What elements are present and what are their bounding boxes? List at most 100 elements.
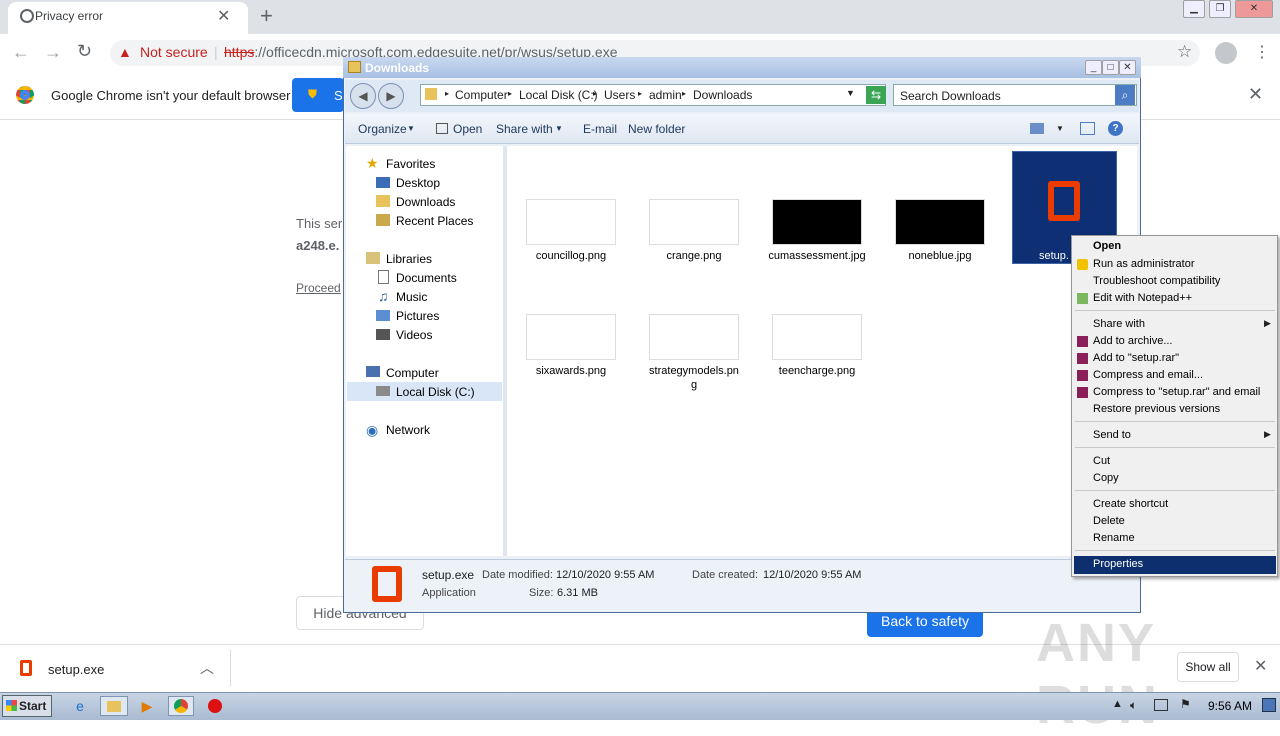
- chevron-up-icon[interactable]: ︿: [200, 658, 214, 678]
- explorer-taskbar-icon[interactable]: [100, 696, 128, 716]
- tab-close-icon[interactable]: ✕: [217, 6, 230, 26]
- chevron-down-icon[interactable]: ▼: [1056, 124, 1064, 133]
- menu-item-add-archive[interactable]: Add to archive...: [1093, 335, 1173, 347]
- volume-icon[interactable]: 🔈︎: [1130, 698, 1137, 713]
- explorer-close-button[interactable]: ✕: [1119, 60, 1136, 75]
- reload-icon[interactable]: ↻: [77, 41, 92, 62]
- breadcrumb-users[interactable]: Users: [604, 88, 635, 102]
- taskbar-clock[interactable]: 9:56 AM: [1208, 699, 1252, 713]
- explorer-title-bar[interactable]: [343, 57, 1141, 78]
- nav-recent-places[interactable]: Recent Places: [396, 214, 473, 228]
- file-name-noneblue[interactable]: noneblue.jpg: [885, 250, 995, 262]
- file-thumbnail-cumassessment[interactable]: [772, 199, 862, 245]
- breadcrumb-local-disk[interactable]: Local Disk (C:): [519, 88, 598, 102]
- explorer-minimize-button[interactable]: _: [1085, 60, 1102, 75]
- chrome-taskbar-icon[interactable]: [168, 696, 194, 716]
- file-name-teencharge[interactable]: teencharge.png: [762, 365, 872, 377]
- menu-item-compress-email[interactable]: Compress and email...: [1093, 369, 1203, 381]
- view-icon[interactable]: [1030, 123, 1044, 134]
- menu-dots-icon[interactable]: ⋮: [1254, 42, 1270, 62]
- forward-arrow-icon[interactable]: →: [44, 42, 62, 63]
- file-thumbnail-noneblue[interactable]: [895, 199, 985, 245]
- menu-item-delete[interactable]: Delete: [1093, 515, 1125, 527]
- back-arrow-icon[interactable]: ←: [12, 42, 30, 63]
- chevron-right-icon[interactable]: ▸: [445, 89, 449, 98]
- refresh-icon[interactable]: ⇆: [866, 86, 886, 104]
- nav-local-disk[interactable]: Local Disk (C:): [396, 385, 475, 399]
- show-desktop-icon[interactable]: [1262, 698, 1276, 712]
- chevron-right-icon[interactable]: ▸: [508, 89, 512, 98]
- search-icon[interactable]: ⌕: [1115, 85, 1135, 105]
- file-thumbnail-sixawards[interactable]: [526, 314, 616, 360]
- organize-button[interactable]: Organize: [358, 122, 407, 136]
- stop-icon[interactable]: [204, 696, 226, 716]
- proceed-link[interactable]: Proceed: [296, 281, 341, 295]
- chevron-down-icon[interactable]: ▼: [846, 88, 855, 98]
- tray-chevron-icon[interactable]: ▲: [1112, 698, 1123, 710]
- close-window-button[interactable]: ✕: [1235, 0, 1273, 18]
- breadcrumb-downloads[interactable]: Downloads: [693, 88, 752, 102]
- menu-item-open[interactable]: Open: [1093, 240, 1121, 252]
- nav-network[interactable]: Network: [386, 423, 430, 437]
- file-name-sixawards[interactable]: sixawards.png: [516, 365, 626, 377]
- menu-item-properties[interactable]: Properties: [1093, 558, 1143, 570]
- menu-item-share-with[interactable]: Share with: [1093, 318, 1145, 330]
- explorer-maximize-button[interactable]: □: [1102, 60, 1119, 75]
- nav-computer[interactable]: Computer: [386, 366, 439, 380]
- minimize-button[interactable]: ▁: [1183, 0, 1205, 18]
- chevron-right-icon[interactable]: ▸: [638, 89, 642, 98]
- file-thumbnail-teencharge[interactable]: [772, 314, 862, 360]
- ie-icon[interactable]: e: [69, 696, 91, 716]
- network-tray-icon[interactable]: [1154, 699, 1168, 711]
- file-name-cumassessment[interactable]: cumassessment.jpg: [762, 250, 872, 262]
- file-thumbnail-crange[interactable]: [649, 199, 739, 245]
- set-default-button[interactable]: ⛊ S: [292, 78, 344, 112]
- breadcrumb-computer[interactable]: Computer: [455, 88, 508, 102]
- nav-favorites[interactable]: Favorites: [386, 157, 435, 171]
- menu-item-troubleshoot[interactable]: Troubleshoot compatibility: [1093, 275, 1220, 287]
- breadcrumb-admin[interactable]: admin: [649, 88, 682, 102]
- explorer-forward-button[interactable]: ▶: [378, 83, 404, 109]
- not-secure-label[interactable]: Not secure: [140, 44, 208, 60]
- share-with-button[interactable]: Share with: [496, 122, 553, 136]
- start-button[interactable]: Start: [2, 695, 52, 717]
- new-folder-button[interactable]: New folder: [628, 122, 685, 136]
- file-thumbnail-councillog[interactable]: [526, 199, 616, 245]
- bookmark-star-icon[interactable]: ☆: [1177, 42, 1192, 62]
- new-tab-button[interactable]: +: [260, 3, 273, 29]
- preview-pane-icon[interactable]: [1080, 122, 1095, 135]
- menu-item-send-to[interactable]: Send to: [1093, 429, 1131, 441]
- flag-icon[interactable]: ⚑: [1180, 697, 1191, 711]
- file-name-strategymodels[interactable]: strategymodels.pn: [639, 365, 749, 377]
- chevron-right-icon[interactable]: ▸: [593, 89, 597, 98]
- media-player-icon[interactable]: ▶: [136, 696, 158, 716]
- menu-item-cut[interactable]: Cut: [1093, 455, 1110, 467]
- nav-pictures[interactable]: Pictures: [396, 309, 439, 323]
- help-icon[interactable]: ?: [1108, 121, 1123, 136]
- email-button[interactable]: E-mail: [583, 122, 617, 136]
- nav-videos[interactable]: Videos: [396, 328, 432, 342]
- download-item-name[interactable]: setup.exe: [48, 662, 104, 677]
- explorer-back-button[interactable]: ◀: [350, 83, 376, 109]
- chevron-right-icon[interactable]: ▸: [682, 89, 686, 98]
- nav-desktop[interactable]: Desktop: [396, 176, 440, 190]
- menu-item-restore-versions[interactable]: Restore previous versions: [1093, 403, 1220, 415]
- restore-button[interactable]: ❐: [1209, 0, 1231, 18]
- nav-downloads[interactable]: Downloads: [396, 195, 455, 209]
- file-thumbnail-strategymodels[interactable]: [649, 314, 739, 360]
- menu-item-add-rar[interactable]: Add to "setup.rar": [1093, 352, 1179, 364]
- menu-item-create-shortcut[interactable]: Create shortcut: [1093, 498, 1168, 510]
- nav-music[interactable]: Music: [396, 290, 427, 304]
- file-name-crange[interactable]: crange.png: [639, 250, 749, 262]
- menu-item-copy[interactable]: Copy: [1093, 472, 1119, 484]
- file-name-setup[interactable]: setup.: [1039, 250, 1069, 262]
- nav-documents[interactable]: Documents: [396, 271, 457, 285]
- nav-libraries[interactable]: Libraries: [386, 252, 432, 266]
- menu-item-run-as-admin[interactable]: Run as administrator: [1093, 258, 1195, 270]
- menu-item-rename[interactable]: Rename: [1093, 532, 1135, 544]
- infobar-close-icon[interactable]: ✕: [1248, 84, 1263, 105]
- menu-item-notepadpp[interactable]: Edit with Notepad++: [1093, 292, 1192, 304]
- profile-avatar-icon[interactable]: [1215, 42, 1237, 64]
- open-button[interactable]: Open: [453, 122, 482, 136]
- file-name-councillog[interactable]: councillog.png: [516, 250, 626, 262]
